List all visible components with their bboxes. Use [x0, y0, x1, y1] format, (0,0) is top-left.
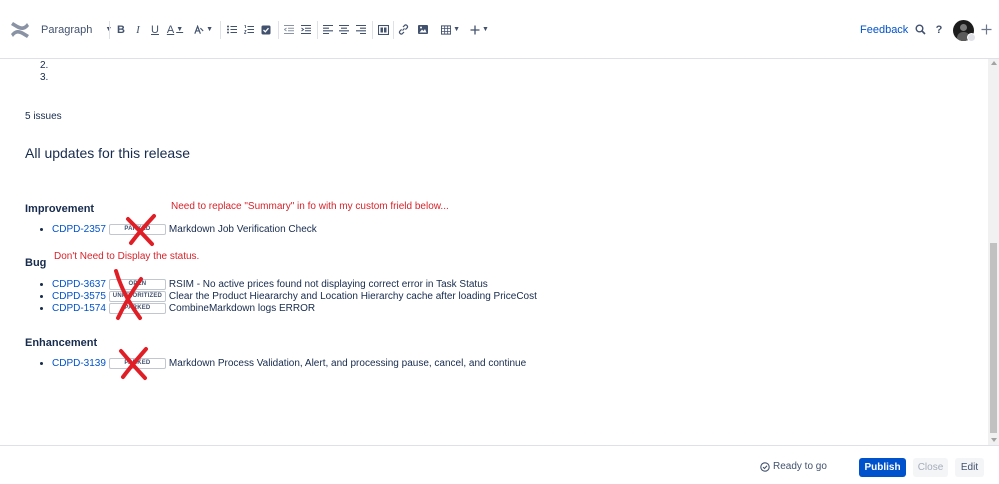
invite-collaborator-button[interactable] — [980, 0, 992, 59]
issue-summary: RSIM - No active prices found not displa… — [168, 278, 488, 290]
outdent-button[interactable] — [284, 0, 294, 59]
toolbar-divider — [109, 21, 110, 39]
issue-summary: CombineMarkdown logs ERROR — [168, 302, 316, 314]
indent-icon — [301, 25, 311, 34]
table-icon — [441, 24, 452, 35]
insert-link-button[interactable] — [398, 0, 409, 59]
edit-button[interactable]: Edit — [955, 458, 984, 477]
toolbar-divider — [393, 21, 394, 39]
feedback-link[interactable]: Feedback — [860, 0, 908, 59]
avatar-head-shape — [960, 24, 967, 31]
outdent-icon — [284, 25, 294, 34]
more-formatting-button[interactable]: ▼ — [193, 0, 213, 59]
align-left-button[interactable] — [323, 0, 333, 59]
red-x-mark-icon — [126, 214, 156, 246]
insert-table-button[interactable]: ▼ — [441, 0, 460, 59]
issue-key-link[interactable]: CDPD-3637 — [52, 279, 106, 290]
align-right-button[interactable] — [356, 0, 366, 59]
checkbox-icon — [261, 25, 271, 34]
bullet-icon — [40, 306, 43, 310]
image-icon — [418, 25, 428, 34]
editor-toolbar: Paragraph ▼ B I U A▼ ▼ — [0, 0, 999, 59]
issue-count: 5 issues — [25, 111, 62, 122]
align-right-icon — [356, 25, 366, 34]
publish-button[interactable]: Publish — [859, 458, 906, 477]
task-list-button[interactable] — [261, 0, 271, 59]
scroll-down-arrow-icon[interactable] — [991, 438, 997, 442]
bullet-icon — [40, 361, 43, 365]
issue-key-link[interactable]: CDPD-3139 — [52, 358, 106, 369]
issue-key-link[interactable]: CDPD-1574 — [52, 303, 106, 314]
text-color-button[interactable]: A ▼ — [166, 0, 184, 59]
align-center-button[interactable] — [339, 0, 349, 59]
paragraph-style-dropdown[interactable]: Paragraph ▼ — [41, 0, 112, 59]
issue-summary: Clear the Product Hieararchy and Locatio… — [168, 290, 537, 302]
align-center-icon — [339, 25, 349, 34]
ordered-list-number: 3. — [40, 72, 49, 83]
layout-icon — [378, 24, 389, 35]
search-icon — [915, 24, 926, 35]
numbered-list-button[interactable] — [244, 0, 254, 59]
plus-icon — [470, 25, 480, 34]
annotation-summary-note: Need to replace "Summary" in fo with my … — [171, 201, 449, 212]
category-heading-enhancement: Enhancement — [25, 337, 98, 349]
vertical-scrollbar[interactable] — [988, 59, 999, 445]
category-heading-improvement: Improvement — [25, 203, 95, 215]
ready-status-label: Ready to go — [773, 461, 827, 472]
issue-row: CDPD-1574 PARKED CombineMarkdown logs ER… — [40, 302, 315, 314]
issue-row: CDPD-3139 PARKED Markdown Process Valida… — [40, 357, 526, 369]
layout-button[interactable] — [378, 0, 389, 59]
plus-icon — [981, 24, 991, 35]
chevron-down-icon: ▼ — [482, 26, 489, 33]
editor-app: Paragraph ▼ B I U A▼ ▼ — [0, 0, 999, 484]
link-icon — [398, 24, 409, 35]
chevron-down-icon: ▼ — [206, 26, 213, 33]
bullet-icon — [40, 282, 43, 286]
bullet-list-icon — [227, 25, 237, 34]
scrollbar-thumb[interactable] — [990, 243, 997, 433]
bullet-icon — [40, 227, 43, 231]
insert-image-button[interactable] — [418, 0, 428, 59]
toolbar-divider — [317, 21, 318, 39]
indent-button[interactable] — [301, 0, 311, 59]
issue-key-link[interactable]: CDPD-2357 — [52, 224, 106, 235]
red-x-mark-icon — [114, 269, 143, 320]
editor-footer: Ready to go Publish Close Edit — [0, 445, 999, 484]
help-button[interactable]: ? — [935, 0, 943, 59]
bold-button[interactable]: B — [117, 0, 125, 59]
scroll-up-arrow-icon[interactable] — [991, 61, 997, 65]
issue-key-link[interactable]: CDPD-3575 — [52, 291, 106, 302]
confluence-logo-icon[interactable] — [10, 0, 30, 59]
insert-more-button[interactable]: ▼ — [470, 0, 489, 59]
red-x-mark-icon — [119, 347, 148, 380]
chevron-down-icon: ▼ — [176, 26, 184, 33]
annotation-status-note: Don't Need to Display the status. — [54, 251, 200, 262]
clear-format-icon — [194, 24, 204, 34]
issue-summary: Markdown Job Verification Check — [168, 223, 317, 235]
numbered-list-icon — [244, 25, 254, 34]
ready-status: Ready to go — [760, 461, 827, 472]
align-left-icon — [323, 25, 333, 34]
underline-button[interactable]: U — [151, 0, 159, 59]
bullet-list-button[interactable] — [227, 0, 237, 59]
category-heading-bug: Bug — [25, 257, 47, 269]
text-color-label: A — [166, 23, 175, 36]
issue-row: CDPD-2357 PARKED Markdown Job Verificati… — [40, 223, 317, 235]
ordered-list-number: 2. — [40, 60, 49, 71]
paragraph-style-label: Paragraph — [41, 23, 93, 36]
find-replace-button[interactable] — [914, 0, 926, 59]
bullet-icon — [40, 294, 43, 298]
issue-summary: Markdown Process Validation, Alert, and … — [168, 357, 527, 369]
check-circle-icon — [760, 461, 770, 472]
toolbar-divider — [372, 21, 373, 39]
chevron-down-icon: ▼ — [453, 26, 460, 33]
toolbar-divider — [220, 21, 221, 39]
issue-row: CDPD-3637 OPEN RSIM - No active prices f… — [40, 278, 488, 290]
collaborator-badge-icon — [967, 33, 976, 42]
close-button[interactable]: Close — [913, 458, 948, 477]
release-heading: All updates for this release — [25, 145, 190, 161]
italic-button[interactable]: I — [135, 0, 141, 59]
editor-content-area[interactable]: 2. 3. 5 issues All updates for this rele… — [0, 59, 988, 445]
toolbar-divider — [278, 21, 279, 39]
